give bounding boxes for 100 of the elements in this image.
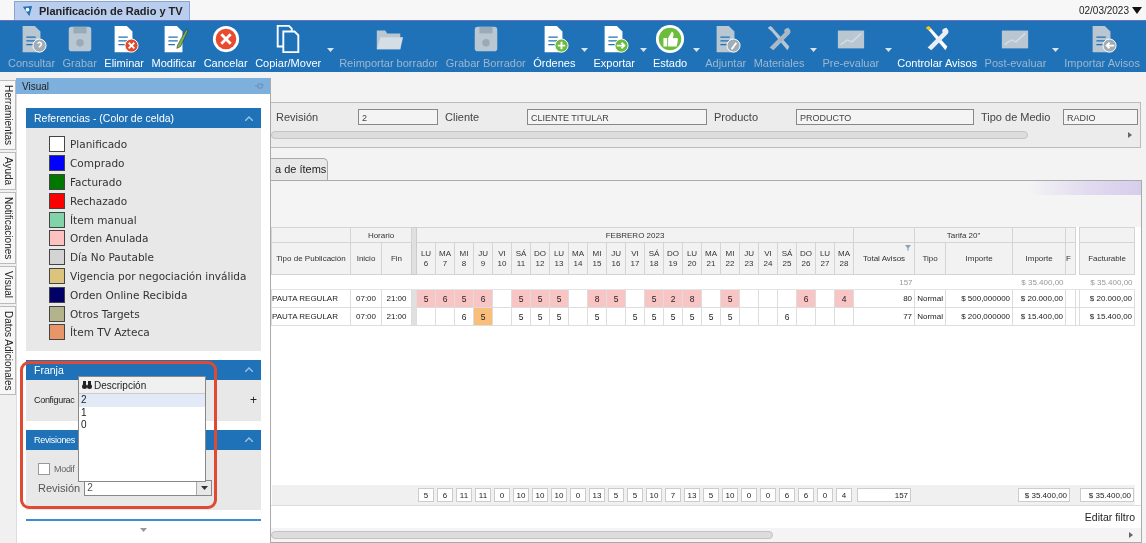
add-button[interactable]: + [250, 393, 257, 408]
table-cell: 80 [853, 289, 915, 308]
column-header[interactable]: Total Avisos [853, 242, 915, 275]
legend-label: Orden Online Recibida [70, 288, 188, 301]
dropdown-arrow-icon [200, 485, 208, 490]
table-cell: PAUTA REGULAR [271, 307, 351, 326]
edit-filter-link[interactable]: Editar filtro [1084, 511, 1135, 523]
column-header[interactable]: Importe [945, 242, 1013, 275]
dropdown-option[interactable]: 1 [79, 406, 205, 419]
app-tab-title: Planificación de Radio y TV [39, 5, 183, 17]
column-group-header: FEBRERO 2023 [416, 227, 854, 243]
thumbs-up-icon [655, 24, 686, 54]
side-tab[interactable]: Ayuda [0, 152, 16, 191]
column-group-header: Horario [350, 227, 412, 243]
toolbar-button[interactable]: Modificar [149, 24, 199, 69]
input-field[interactable]: CLIENTE TITULAR [527, 108, 707, 125]
total-cell: 5 [627, 488, 643, 502]
table-cell: $ 20.000,00 [1012, 289, 1066, 308]
input-field[interactable]: 2 [358, 108, 438, 125]
summary-value: $ 35.400,00 [1079, 274, 1135, 290]
caret-icon[interactable] [692, 47, 700, 52]
column-header[interactable]: F [1065, 242, 1076, 275]
total-cell: 0 [570, 488, 586, 502]
section-header[interactable]: Referencias - (Color de celda) [26, 108, 261, 128]
table-cell: Normal [914, 289, 946, 308]
field-label: Tipo de Medio [981, 110, 1052, 123]
dropdown-option[interactable]: 2 [79, 394, 205, 407]
total-cell: 7 [665, 488, 681, 502]
table-cell: $ 20.000,00 [1079, 289, 1135, 308]
section-title: Franja [34, 363, 64, 376]
total-cell: 13 [684, 488, 700, 502]
summary-value: 157 [853, 274, 915, 290]
toolbar-button[interactable]: Eliminar [102, 24, 147, 69]
toolbar-button[interactable]: Copiar/Mover [253, 24, 324, 69]
table-cell: 77 [853, 307, 915, 326]
side-tab[interactable]: Datos Adicionales [0, 305, 16, 396]
side-tab[interactable]: Herramientas [0, 80, 16, 151]
total-cell: 6 [779, 488, 795, 502]
field-label: Configurac [34, 395, 75, 406]
caret-icon[interactable] [580, 47, 588, 52]
caret-icon[interactable] [640, 47, 648, 52]
toolbar-button[interactable]: Órdenes [531, 24, 578, 69]
total-cell: 0 [760, 488, 776, 502]
table-cell: 21:00 [381, 289, 412, 308]
chevron-up-icon [245, 367, 253, 373]
section-title: Revisiones [34, 434, 76, 445]
checkbox-label: Modif [54, 463, 75, 474]
checkbox[interactable] [38, 462, 50, 475]
total-cell: 10 [722, 488, 738, 502]
logo-icon [21, 4, 34, 18]
table-cell: $ 500,000000 [945, 289, 1013, 308]
legend-label: Ítem manual [70, 213, 137, 226]
toolbar-button[interactable]: Exportar [591, 24, 637, 69]
table-cell: $ 15.400,00 [1012, 307, 1066, 326]
dropdown-option[interactable]: 0 [79, 419, 205, 432]
scrollbar[interactable] [271, 528, 1141, 542]
total-cell: 11 [456, 488, 472, 502]
column-header[interactable]: Facturable [1079, 242, 1135, 275]
total-cell: 5 [703, 488, 719, 502]
toolbar-button[interactable]: Controlar Avisos [895, 24, 980, 69]
app-tab[interactable]: Planificación de Radio y TV [14, 1, 190, 20]
total-cell: $ 35.400,00 [1080, 488, 1135, 502]
field-label: Cliente [445, 110, 481, 123]
filter-icon[interactable] [905, 245, 912, 251]
column-header[interactable]: Tipo de Publicación [271, 242, 351, 275]
table-cell: PAUTA REGULAR [271, 289, 351, 308]
column-header: Descripción [94, 379, 147, 391]
column-header[interactable]: Importe [1012, 242, 1066, 275]
table-cell: Normal [914, 307, 946, 326]
total-cell: 10 [513, 488, 529, 502]
side-tab[interactable]: Visual [0, 266, 16, 304]
field-label: Revisión [38, 481, 81, 494]
cancel-icon [210, 24, 241, 54]
total-cell: 4 [836, 488, 853, 502]
side-tab[interactable]: Notificaciones [0, 192, 16, 265]
input-field[interactable]: RADIO [1063, 108, 1138, 125]
total-cell: 5 [418, 488, 434, 502]
table-cell: $ 200,000000 [945, 307, 1013, 326]
total-cell: $ 35.400,00 [1018, 488, 1071, 502]
field-label: Revisión [276, 110, 320, 123]
toolbar-button[interactable]: Estado [650, 24, 690, 69]
total-cell: 6 [437, 488, 453, 502]
grid-tab[interactable]: a de ítems [271, 158, 328, 180]
legend-label: Rechazado [70, 194, 128, 207]
toolbar-button[interactable]: Cancelar [201, 24, 250, 69]
legend-label: Ítem TV Azteca [70, 326, 150, 339]
expand-icon[interactable] [140, 527, 147, 532]
column-group-header: Tarifa 20" [914, 227, 1013, 243]
scroll-right-icon[interactable] [1129, 532, 1133, 538]
legend-label: Otros Targets [70, 307, 140, 320]
input-field[interactable]: PRODUCTO [796, 108, 974, 125]
legend-label: Orden Anulada [70, 232, 149, 245]
dropdown-icon[interactable] [1132, 6, 1142, 14]
table-cell: 21:00 [381, 307, 412, 326]
legend-label: Planificado [70, 138, 128, 151]
scroll-right-icon[interactable] [1128, 132, 1132, 138]
field-label: Producto [714, 110, 760, 123]
legend-label: Vigencia por negociación inválida [70, 269, 247, 282]
total-cell: 6 [798, 488, 814, 502]
caret-icon[interactable] [326, 47, 334, 52]
